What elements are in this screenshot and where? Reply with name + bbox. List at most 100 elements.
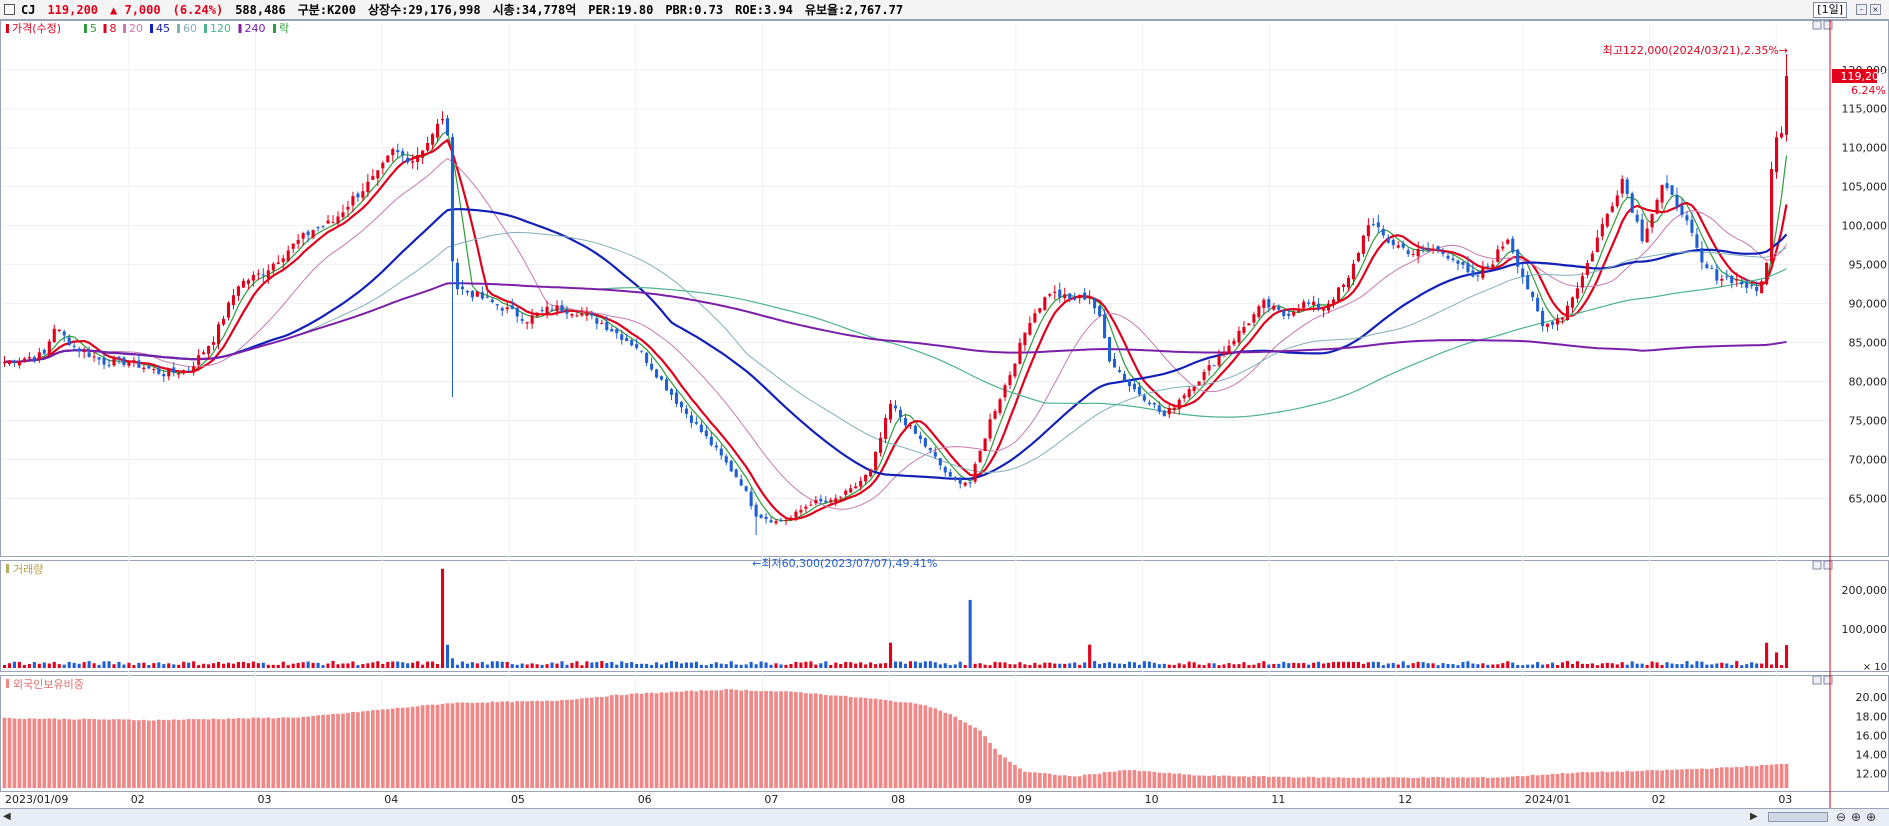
legend-item[interactable]: 20 (129, 22, 143, 35)
volume-bar (1361, 663, 1365, 668)
candle (849, 488, 853, 493)
candle (485, 296, 489, 298)
foreign-holding-bar (1535, 775, 1540, 788)
foreign-holding-bar (1057, 775, 1062, 788)
candle (172, 367, 176, 373)
volume-bar (172, 664, 176, 668)
candle (1625, 179, 1629, 194)
foreign-holding-bar (1510, 776, 1515, 788)
volume-bar (1093, 661, 1097, 668)
legend-item[interactable]: 8 (110, 22, 117, 35)
legend-item[interactable]: 120 (210, 22, 231, 35)
foreign-holding-bar (425, 704, 430, 788)
candle (1182, 395, 1186, 399)
foreign-holding-bar (1132, 770, 1137, 788)
zoom-in-icon[interactable]: ⊕ (1851, 810, 1861, 824)
volume-bar (426, 661, 430, 668)
scroll-left-icon[interactable]: ◀ (3, 811, 11, 822)
volume-bar (1242, 662, 1246, 668)
foreign-holding-bar (1685, 769, 1689, 788)
minimize-icon[interactable]: – (1856, 4, 1867, 15)
zoom-fit-icon[interactable]: ⊕ (1866, 810, 1876, 824)
candle (1346, 277, 1351, 288)
stock-chart[interactable]: 65,000 70,000 75,000 80,000 85,000 90,000 95,0… (0, 20, 1889, 808)
candle (615, 329, 619, 334)
candle (859, 480, 863, 487)
candle (590, 313, 594, 316)
legend-swatch (273, 24, 276, 33)
candle (953, 477, 957, 479)
volume-bar (1317, 661, 1321, 668)
ma20-line (4, 157, 1787, 510)
volume-bar (1605, 662, 1609, 668)
volume-bar (1147, 661, 1151, 668)
price-panel-close-icon[interactable] (1823, 20, 1833, 30)
foreign-holding-bar (326, 714, 330, 788)
candle (958, 478, 962, 484)
legend-item[interactable]: 락 (279, 22, 289, 35)
volume-bar (1720, 662, 1724, 668)
foreign-holding-bar (2, 717, 7, 788)
volume-bar (1411, 663, 1415, 668)
legend-item[interactable]: 60 (183, 22, 197, 35)
candle (1496, 249, 1500, 262)
volume-bar (1585, 664, 1589, 668)
volume-bar (1526, 664, 1530, 668)
candle (819, 498, 823, 502)
volume-bar (1471, 663, 1475, 668)
foreign-panel-minimize-icon[interactable] (1812, 675, 1822, 685)
volume-panel-minimize-icon[interactable] (1812, 560, 1822, 570)
volume-tick-label: 200,000 (1842, 584, 1888, 597)
candle (1381, 228, 1385, 236)
foreign-holding-bar (1655, 770, 1659, 788)
legend-item[interactable]: 240 (245, 22, 266, 35)
volume-bar (1546, 664, 1550, 668)
foreign-holding-bar (709, 690, 714, 788)
volume-bar (774, 663, 778, 668)
scroll-bar[interactable]: ◀ ▶ ⊖ ⊕ ⊕ (0, 808, 1889, 826)
candle (1063, 294, 1067, 299)
period-selector[interactable]: [1일] (1813, 2, 1847, 18)
foreign-panel-close-icon[interactable] (1823, 675, 1833, 685)
volume-bar (1018, 662, 1022, 668)
scroll-thumb[interactable] (1768, 812, 1828, 822)
foreign-holding-bar (724, 689, 729, 788)
candle (475, 291, 479, 297)
foreign-holding-bar (1779, 763, 1784, 788)
date-tick-label: 08 (891, 793, 905, 806)
foreign-legend[interactable]: 외국인보유비중 (13, 678, 84, 691)
legend-item[interactable]: 5 (90, 22, 97, 35)
volume-legend[interactable]: 거래량 (13, 563, 43, 576)
volume-bar (1570, 663, 1575, 668)
candle (1222, 352, 1226, 355)
foreign-holding-bar (420, 705, 425, 788)
foreign-holding-bar (1346, 777, 1351, 788)
candle (1685, 215, 1689, 221)
foreign-holding-bar (1008, 761, 1012, 788)
volume-panel (0, 560, 1889, 672)
volume-bar (1481, 663, 1485, 668)
foreign-holding-bar (1336, 777, 1341, 788)
volume-panel-close-icon[interactable] (1823, 560, 1833, 570)
volume-bar (595, 662, 599, 668)
candle (1715, 269, 1719, 281)
candle (635, 344, 639, 349)
foreign-legend-swatch (6, 679, 9, 688)
close-icon[interactable]: × (1870, 4, 1881, 15)
volume-bar (1053, 663, 1057, 668)
last-pct-tag-label: 6.24% (1851, 84, 1886, 97)
legend-item[interactable]: 45 (156, 22, 170, 35)
zoom-out-icon[interactable]: ⊖ (1836, 810, 1846, 824)
candle (575, 315, 579, 317)
settings-checkbox[interactable] (4, 4, 15, 15)
volume-bar (993, 661, 997, 668)
volume-bar (859, 662, 863, 668)
price-panel-minimize-icon[interactable] (1812, 20, 1822, 30)
legend-item[interactable]: 가격(수정) (12, 22, 61, 35)
foreign-holding-bar (27, 718, 32, 788)
volume-bar (92, 663, 96, 668)
foreign-holding-bar (1376, 777, 1381, 788)
scroll-right-icon[interactable]: ▶ (1750, 811, 1758, 822)
volume-bar (709, 663, 713, 668)
foreign-holding-bar (973, 727, 977, 788)
